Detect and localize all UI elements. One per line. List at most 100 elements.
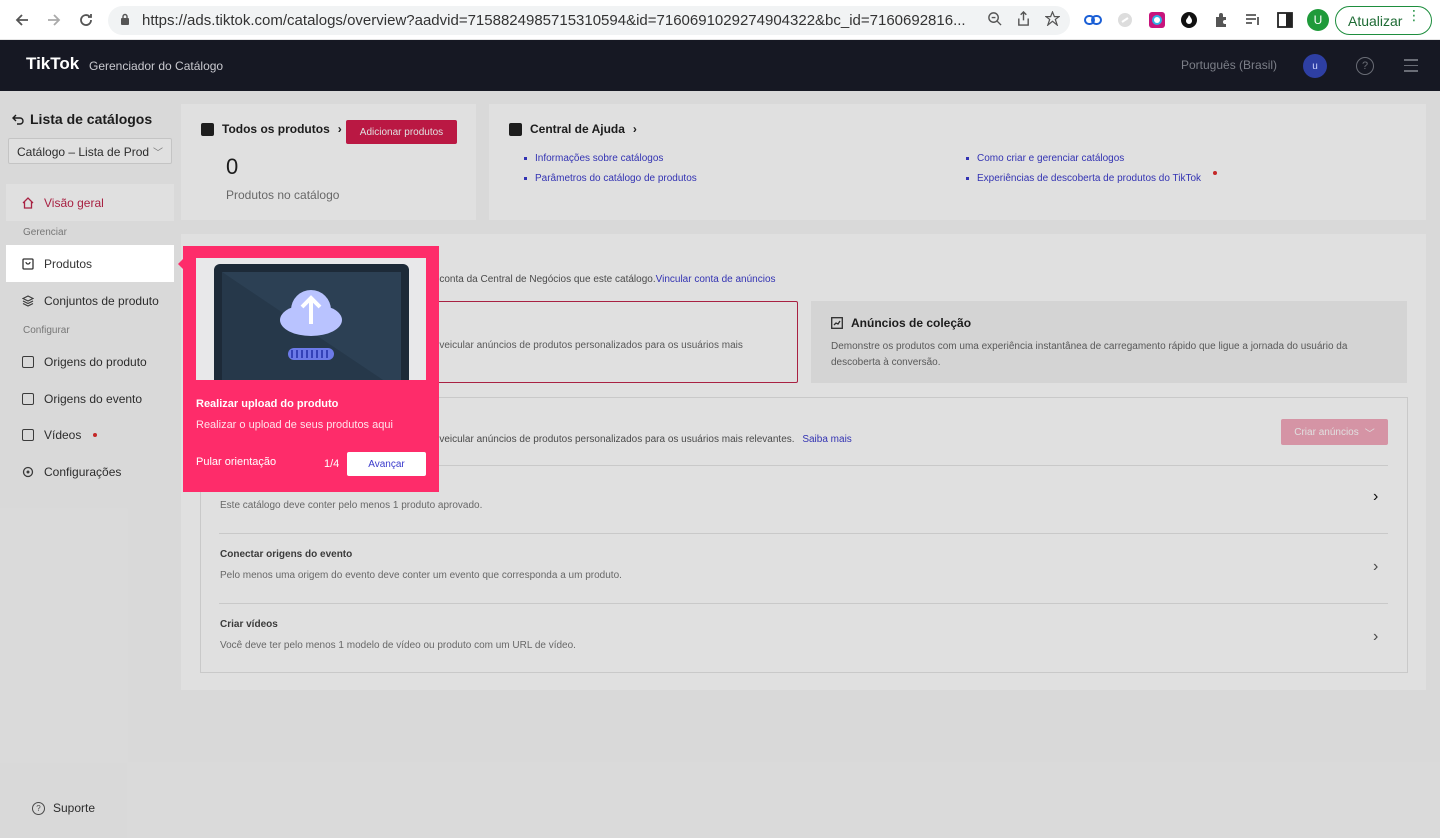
calendar-icon <box>22 392 34 405</box>
sidebar-item-label: Configurações <box>44 464 122 479</box>
divider <box>219 603 1388 604</box>
star-icon[interactable] <box>1044 10 1061 31</box>
chevron-right-icon: › <box>632 122 637 136</box>
products-card-title: Todos os produtos <box>222 122 330 136</box>
sidebar-item-label: Origens do evento <box>44 391 143 406</box>
sidebar-item-event-sources[interactable]: Origens do evento <box>6 380 174 417</box>
back-button[interactable] <box>10 8 34 32</box>
step-events-desc: Pelo menos uma origem do evento deve con… <box>220 570 622 581</box>
create-ads-button[interactable]: Criar anúncios ﹀ <box>1281 419 1388 445</box>
bag-icon <box>201 122 214 136</box>
upload-illustration <box>196 258 426 380</box>
home-icon <box>22 196 34 209</box>
divider <box>219 533 1388 534</box>
onboarding-tooltip: Realizar upload do produto Realizar o up… <box>183 246 439 492</box>
new-badge-dot <box>93 432 98 437</box>
help-link-parameters[interactable]: Parâmetros do catálogo de produtos <box>524 173 697 184</box>
step-videos-title: Criar vídeos <box>220 619 278 630</box>
tour-description: Realizar o upload de seus produtos aqui <box>196 419 393 431</box>
address-bar[interactable]: https://ads.tiktok.com/catalogs/overview… <box>108 6 1070 35</box>
requirements-intro: o veicular anúncios de produtos personal… <box>431 434 852 445</box>
share-icon[interactable] <box>1016 10 1031 31</box>
profile-avatar[interactable]: U <box>1307 9 1329 31</box>
sidebar-item-overview[interactable]: Visão geral <box>6 184 174 221</box>
color-extension-icon[interactable] <box>1147 10 1167 30</box>
all-products-link[interactable]: Todos os produtos › <box>201 122 342 136</box>
section-manage: Gerenciar <box>23 227 67 238</box>
sidebar-item-product-sources[interactable]: Origens do produto <box>6 343 174 380</box>
sidebar-item-videos[interactable]: Vídeos <box>6 416 174 453</box>
sidebar-item-products[interactable]: Produtos <box>6 245 174 282</box>
sidebar-item-label: Origens do produto <box>44 354 147 369</box>
product-source-icon <box>22 355 34 368</box>
catalog-select[interactable]: Catálogo – Lista de Prod ﹀ <box>8 138 172 164</box>
sidebar-item-label: Produtos <box>44 256 93 271</box>
step-upload-desc: Este catálogo deve conter pelo menos 1 p… <box>220 500 483 511</box>
update-button[interactable]: Atualizar ⋮ <box>1335 6 1432 35</box>
gear-icon <box>22 466 34 477</box>
help-link-create-manage[interactable]: Como criar e gerenciar catálogos <box>966 153 1124 164</box>
catalog-list-back[interactable]: Lista de catálogos <box>12 111 152 127</box>
next-button[interactable]: Avançar <box>347 452 426 476</box>
chevron-right-icon[interactable]: › <box>1373 628 1378 646</box>
language-selector[interactable]: Português (Brasil) <box>1181 58 1277 72</box>
user-avatar[interactable]: u <box>1303 54 1327 78</box>
chain-extension-icon[interactable] <box>1115 10 1135 30</box>
help-icon[interactable]: ? <box>1356 57 1374 75</box>
link-extension-icon[interactable] <box>1083 10 1103 30</box>
add-products-button[interactable]: Adicionar produtos <box>346 120 457 144</box>
chevron-right-icon[interactable]: › <box>1373 558 1378 576</box>
menu-icon[interactable] <box>1404 59 1418 76</box>
support-link[interactable]: ? Suporte <box>32 801 95 815</box>
step-videos-desc: Você deve ter pelo menos 1 modelo de víd… <box>220 640 576 651</box>
link-ads-account[interactable]: Vincular conta de anúncios <box>656 274 776 285</box>
sidepanel-icon[interactable] <box>1275 10 1295 30</box>
create-ads-label: Criar anúncios <box>1294 426 1359 438</box>
book-icon <box>509 122 522 136</box>
chevron-right-icon: › <box>337 122 342 136</box>
skip-tour-link[interactable]: Pular orientação <box>196 456 276 468</box>
chart-icon <box>831 317 843 329</box>
tour-step-counter: 1/4 <box>324 458 340 470</box>
app-subtitle: Gerenciador do Catálogo <box>89 59 224 73</box>
reload-button[interactable] <box>74 8 98 32</box>
learn-more-link[interactable]: Saiba mais <box>802 434 851 445</box>
tour-title: Realizar upload do produto <box>196 398 339 410</box>
sidebar-item-product-sets[interactable]: Conjuntos de produto <box>6 282 174 319</box>
step-events-title: Conectar origens do evento <box>220 549 353 560</box>
help-center-link[interactable]: Central de Ajuda › <box>509 122 637 136</box>
update-label: Atualizar <box>1348 12 1403 29</box>
sidebar-item-label: Vídeos <box>44 427 82 442</box>
catalog-ads-desc: o veicular anúncios de produtos personal… <box>431 340 743 351</box>
new-badge-dot <box>1213 171 1217 175</box>
app-header: TikTok Gerenciador do Catálogo Português… <box>0 40 1440 91</box>
tiktok-logo[interactable]: TikTok <box>26 54 79 74</box>
help-link-about-catalogs[interactable]: Informações sobre catálogos <box>524 153 663 164</box>
collection-ads-title: Anúncios de coleção <box>851 316 972 330</box>
more-icon: ⋮ <box>1407 7 1421 23</box>
link-account-desc: a conta da Central de Negócios que este … <box>431 274 656 285</box>
puzzle-icon[interactable] <box>1211 10 1231 30</box>
link-account-text: a conta da Central de Negócios que este … <box>431 274 776 285</box>
chevron-right-icon[interactable]: › <box>1373 488 1378 506</box>
bag-icon <box>22 257 34 270</box>
sidebar-item-label: Conjuntos de produto <box>44 293 159 308</box>
product-count: 0 <box>226 154 239 179</box>
sidebar-item-label: Visão geral <box>44 195 104 210</box>
chevron-down-icon: ﹀ <box>1364 428 1375 440</box>
support-label: Suporte <box>53 801 96 815</box>
collection-ads-desc: Demonstre os produtos com uma experiênci… <box>831 341 1348 368</box>
help-center-title: Central de Ajuda <box>530 122 625 136</box>
sidebar-item-settings[interactable]: Configurações <box>6 453 174 490</box>
reading-list-icon[interactable] <box>1243 10 1263 30</box>
section-config: Configurar <box>23 325 70 336</box>
chevron-down-icon: ﹀ <box>153 148 163 159</box>
back-arrow-icon <box>12 114 24 125</box>
forward-button[interactable] <box>42 8 66 32</box>
help-link-discovery[interactable]: Experiências de descoberta de produtos d… <box>966 173 1201 184</box>
collection-ads-option[interactable]: Anúncios de coleção Demonstre os produto… <box>811 301 1407 383</box>
zoom-icon[interactable] <box>987 11 1002 31</box>
flame-extension-icon[interactable] <box>1179 10 1199 30</box>
video-icon <box>22 428 34 441</box>
catalog-select-value: Catálogo – Lista de Prod <box>17 145 150 159</box>
